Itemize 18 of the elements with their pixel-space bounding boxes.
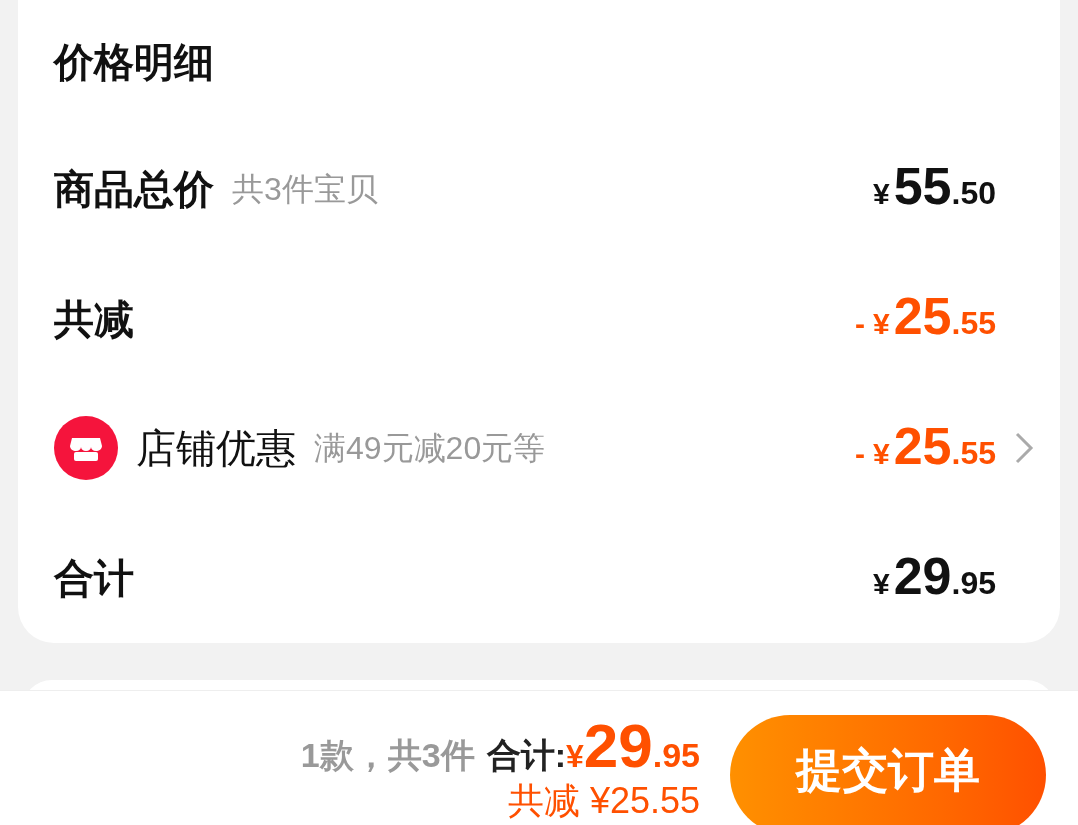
row-label: 商品总价 <box>54 165 214 213</box>
price: - ¥25.55 <box>855 419 996 477</box>
row-label: 共减 <box>54 295 134 343</box>
row-note: 满49元减20元等 <box>314 429 546 469</box>
price: - ¥25.55 <box>855 290 996 347</box>
chevron-right-icon[interactable] <box>1014 431 1034 466</box>
submit-order-button[interactable]: 提交订单 <box>730 715 1046 825</box>
shop-icon <box>54 416 118 481</box>
total-label: 合计: <box>486 735 566 776</box>
item-count: 1款，共3件 <box>300 735 475 776</box>
saved-amount: 共减 ¥25.55 <box>507 781 700 821</box>
row-label: 店铺优惠 <box>136 425 296 473</box>
row-label: 合计 <box>54 555 134 603</box>
total-price: ¥29.95 <box>565 715 700 781</box>
price: ¥29.95 <box>873 549 996 607</box>
price: ¥55.50 <box>873 160 996 218</box>
section-title: 价格明细 <box>54 38 215 86</box>
row-note: 共3件宝贝 <box>232 169 378 209</box>
